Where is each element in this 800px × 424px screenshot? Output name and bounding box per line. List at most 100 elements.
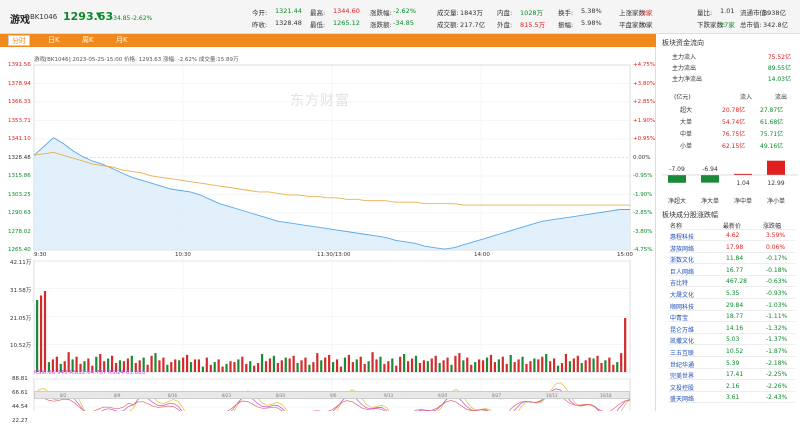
volume-tick: 31.58万	[10, 287, 32, 294]
stock-price: 10.52	[726, 348, 744, 355]
volume-bar	[316, 353, 319, 372]
flow-value: 14.03亿	[767, 76, 791, 83]
stock-row[interactable]: 巨人网络 16.77 -0.18%	[668, 266, 795, 276]
stock-change: -0.93%	[766, 290, 788, 297]
stock-name: 三五互联	[670, 350, 695, 357]
stock-row[interactable]: 中青宝 18.77 -1.11%	[668, 312, 795, 323]
volume-bar	[478, 359, 481, 372]
volume-bar	[505, 363, 508, 372]
percent-tick: -0.95%	[633, 173, 653, 179]
flow-label: 主力净流出	[672, 76, 703, 83]
quote-value: 1328.48	[275, 19, 302, 27]
stock-change: -0.17%	[766, 255, 788, 263]
order-label: 小单	[680, 143, 693, 150]
volume-bar	[233, 362, 236, 372]
time-tick: 9:30	[34, 252, 47, 258]
rsi-tick: 44.54	[12, 404, 28, 410]
change-amount: -34.85	[111, 15, 131, 22]
volume-bar	[146, 364, 149, 372]
quote-label: 最高:	[310, 9, 326, 17]
volume-bar	[474, 362, 477, 372]
volume-bar	[624, 318, 627, 372]
order-row: 中单 76.75亿 75.71亿	[660, 129, 795, 138]
net-bar-label: 净小单	[767, 197, 785, 205]
volume-bar	[576, 355, 579, 372]
volume-bar	[596, 355, 599, 372]
stock-row[interactable]: 游族网络 17.98 0.06%	[668, 243, 795, 253]
stock-price: 4.62	[726, 232, 740, 239]
stock-row[interactable]: 惠程科技 4.62 3.59%	[668, 231, 795, 241]
stock-change: -1.37%	[766, 336, 788, 344]
intraday-chart[interactable]	[0, 47, 656, 411]
stock-change: -2.18%	[766, 359, 788, 367]
price-tick: 1378.94	[8, 80, 31, 87]
volume-bar	[162, 357, 165, 372]
volume-bar	[343, 357, 347, 372]
order-out: 49.16亿	[760, 143, 784, 150]
scroll-tick: 8/9	[114, 393, 121, 398]
rsi-tick: 22.27	[12, 418, 28, 424]
stock-row[interactable]: 盛天网络 3.61 -2.43%	[668, 393, 795, 404]
stock-change: -0.63%	[766, 278, 788, 286]
percent-tick: +0.95%	[633, 136, 656, 142]
stock-price: 11.84	[726, 255, 744, 263]
quote-label: 换手:	[558, 9, 574, 17]
volume-bar	[320, 360, 323, 372]
stock-row[interactable]: 文投控股 2.16 -2.26%	[668, 382, 795, 392]
stock-row[interactable]: 浙数文化 11.84 -0.17%	[668, 254, 795, 265]
stock-row[interactable]: 三五互联 10.52 -1.87%	[668, 347, 795, 357]
volume-bar	[324, 357, 327, 372]
volume-bar	[572, 358, 575, 372]
volume-bar	[620, 353, 623, 372]
stock-change: -2.25%	[766, 371, 788, 379]
volume-bar	[260, 354, 264, 372]
volume-bar	[154, 353, 157, 372]
volume-bar	[276, 363, 279, 372]
quote-value: 27家	[720, 21, 735, 29]
stock-name: 中青宝	[670, 315, 689, 323]
stock-price: 5.39	[726, 359, 740, 367]
stock-row[interactable]: 大晟文化 5.35 -0.93%	[668, 289, 795, 299]
percent-tick: -3.80%	[633, 228, 653, 235]
stock-row[interactable]: 昆仑万维 14.16 -1.32%	[668, 324, 795, 334]
volume-bar	[489, 354, 493, 372]
quote-value: 1265.12	[333, 19, 360, 27]
quote-label: 总市值:	[740, 21, 762, 29]
volume-bar	[332, 362, 335, 372]
flow-value: 75.52亿	[767, 54, 791, 61]
volume-bar	[189, 362, 193, 372]
stock-change: 3.59%	[766, 232, 786, 239]
tab-intraday[interactable]: 分时	[8, 35, 30, 46]
volume-bar	[39, 295, 43, 372]
stock-row[interactable]: 吉比特 467.28 -0.63%	[668, 277, 795, 288]
volume-bar	[485, 357, 489, 372]
time-scrollbar[interactable]: 8/2 8/9 8/16 8/23 8/30 9/6 9/13 9/20 9/27 10/11 10…	[34, 391, 630, 399]
volume-bar	[182, 357, 185, 372]
stock-name: 昆仑万维	[670, 326, 695, 334]
volume-bar	[454, 355, 457, 372]
stock-row[interactable]: 顺网科技 29.84 -1.03%	[668, 301, 795, 311]
stock-row[interactable]: 完美世界 17.41 -2.25%	[668, 370, 795, 381]
volume-bar	[410, 358, 414, 372]
price-tick: 1391.56	[8, 62, 31, 68]
stock-change: 0.06%	[766, 243, 786, 251]
fund-flow-title: 板块资金流向	[662, 39, 704, 47]
quote-header: 游戏 BK1046 1293.63 ▼ -34.85 -2.62% 今开: 132…	[0, 0, 800, 34]
quote-value: -2.62%	[393, 7, 416, 15]
volume-bar	[458, 353, 461, 372]
volume-bar	[549, 361, 552, 372]
volume-bar	[280, 360, 283, 372]
stock-name: 游族网络	[670, 245, 695, 253]
tab-weekly[interactable]: 周K	[82, 35, 94, 46]
tab-monthly[interactable]: 月K	[116, 35, 128, 46]
volume-bar	[406, 361, 410, 372]
tab-daily[interactable]: 日K	[48, 35, 60, 46]
stock-change: -1.11%	[766, 313, 788, 321]
volume-bar	[426, 361, 429, 372]
volume-bar	[249, 361, 252, 372]
order-header: (亿元) 流入 流出	[660, 92, 795, 101]
percent-tick: +3.80%	[633, 80, 656, 87]
stock-row[interactable]: 世纪华通 5.39 -2.18%	[668, 359, 795, 369]
stock-row[interactable]: 凯撒文化 5.03 -1.37%	[668, 335, 795, 346]
quote-label: 外盘:	[497, 21, 513, 29]
